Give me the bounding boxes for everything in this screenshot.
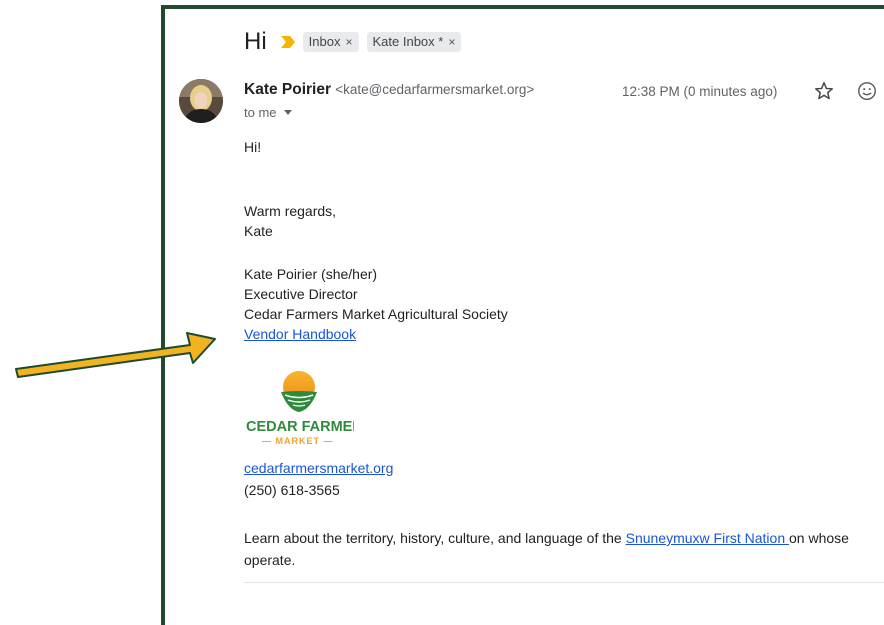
avatar-image	[179, 79, 223, 123]
vendor-handbook-link[interactable]: Vendor Handbook	[244, 326, 356, 342]
territory-text-end: on whose	[789, 530, 849, 546]
star-icon[interactable]	[813, 80, 835, 102]
label-chip-kate-inbox: Kate Inbox * ×	[366, 32, 462, 52]
avatar[interactable]	[179, 79, 223, 123]
sender-email: <kate@cedarfarmersmarket.org>	[335, 82, 535, 97]
annotation-arrow	[15, 332, 216, 378]
signature-title: Executive Director	[244, 286, 358, 302]
email-body: Hi! Warm regards, Kate Kate Poirier (she…	[244, 137, 508, 344]
remove-label-button[interactable]: ×	[448, 35, 455, 49]
logo-text: CEDAR FARMERS	[246, 419, 354, 435]
subject-row: Hi Inbox × Kate Inbox * ×	[244, 28, 462, 56]
territory-text: Learn about the territory, history, cult…	[244, 530, 626, 546]
closing: Warm regards,	[244, 203, 337, 219]
sender-name[interactable]: Kate Poirier	[244, 81, 331, 98]
website-link[interactable]: cedarfarmersmarket.org	[244, 460, 393, 476]
cedar-farmers-market-logo: CEDAR FARMERS — MARKET —	[246, 371, 354, 446]
email-subject: Hi	[244, 28, 267, 55]
remove-label-button[interactable]: ×	[345, 35, 352, 49]
dropdown-caret-icon	[283, 110, 292, 115]
divider	[244, 582, 884, 583]
recipient-text: to me	[244, 105, 277, 120]
website-row: cedarfarmersmarket.org	[244, 460, 393, 476]
signoff: Kate	[244, 223, 273, 239]
signature-name: Kate Poirier (she/her)	[244, 266, 378, 282]
territory-text-line2: operate.	[244, 552, 296, 568]
territory-acknowledgement: Learn about the territory, history, cult…	[244, 527, 884, 571]
signature-org: Cedar Farmers Market Agricultural Societ…	[244, 306, 508, 322]
phone-number: (250) 618-3565	[244, 482, 340, 498]
importance-marker-icon[interactable]	[280, 36, 295, 48]
greeting: Hi!	[244, 139, 262, 155]
label-chip-inbox: Inbox ×	[302, 32, 359, 52]
recipient-details-toggle[interactable]: to me	[244, 105, 292, 120]
logo-subtext: — MARKET —	[262, 436, 334, 446]
snuneymuxw-link[interactable]: Snuneymuxw First Nation	[626, 530, 789, 546]
emoji-reaction-icon[interactable]	[856, 80, 878, 102]
timestamp: 12:38 PM (0 minutes ago)	[622, 84, 778, 99]
label-chip-text: Kate Inbox *	[372, 34, 444, 49]
sender-row: Kate Poirier <kate@cedarfarmersmarket.or…	[244, 81, 534, 99]
label-chip-text: Inbox	[308, 34, 341, 49]
